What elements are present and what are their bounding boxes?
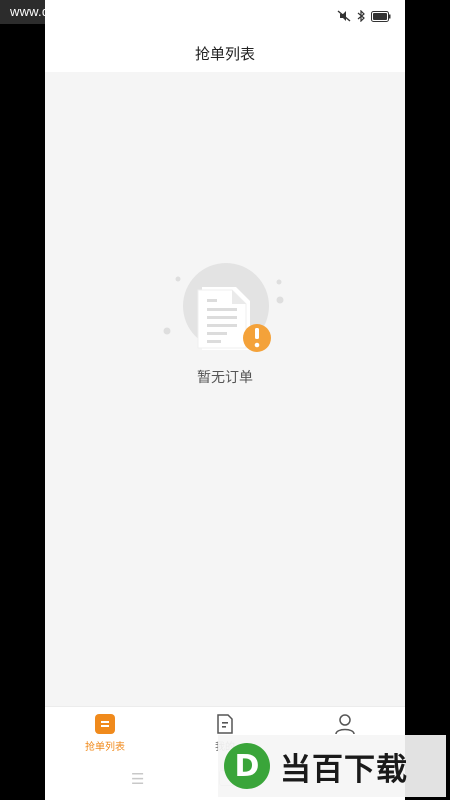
status-icons [337, 10, 391, 22]
bluetooth-icon [357, 10, 365, 22]
watermark-logo-badge: D [224, 743, 270, 789]
tab-order-list[interactable]: 抢单列表 [45, 707, 165, 759]
status-bar [45, 0, 405, 34]
app-screen: 抢单列表 暂无订单 抢单列表 ☰ [45, 0, 405, 800]
watermark-logo-text: 当百下载 [280, 751, 408, 788]
tab-order-list-label: 抢单列表 [85, 742, 125, 753]
user-icon [335, 714, 355, 735]
watermark-logo: D 当百下载 [218, 735, 446, 797]
order-list-icon [95, 714, 115, 734]
menu-nav-icon[interactable]: ☰ [131, 770, 144, 788]
battery-icon [371, 10, 391, 22]
empty-document-icon [163, 263, 284, 352]
empty-state-text: 暂无订单 [197, 370, 253, 386]
my-orders-icon [217, 714, 233, 734]
mute-icon [337, 10, 351, 22]
page-title: 抢单列表 [45, 34, 405, 72]
